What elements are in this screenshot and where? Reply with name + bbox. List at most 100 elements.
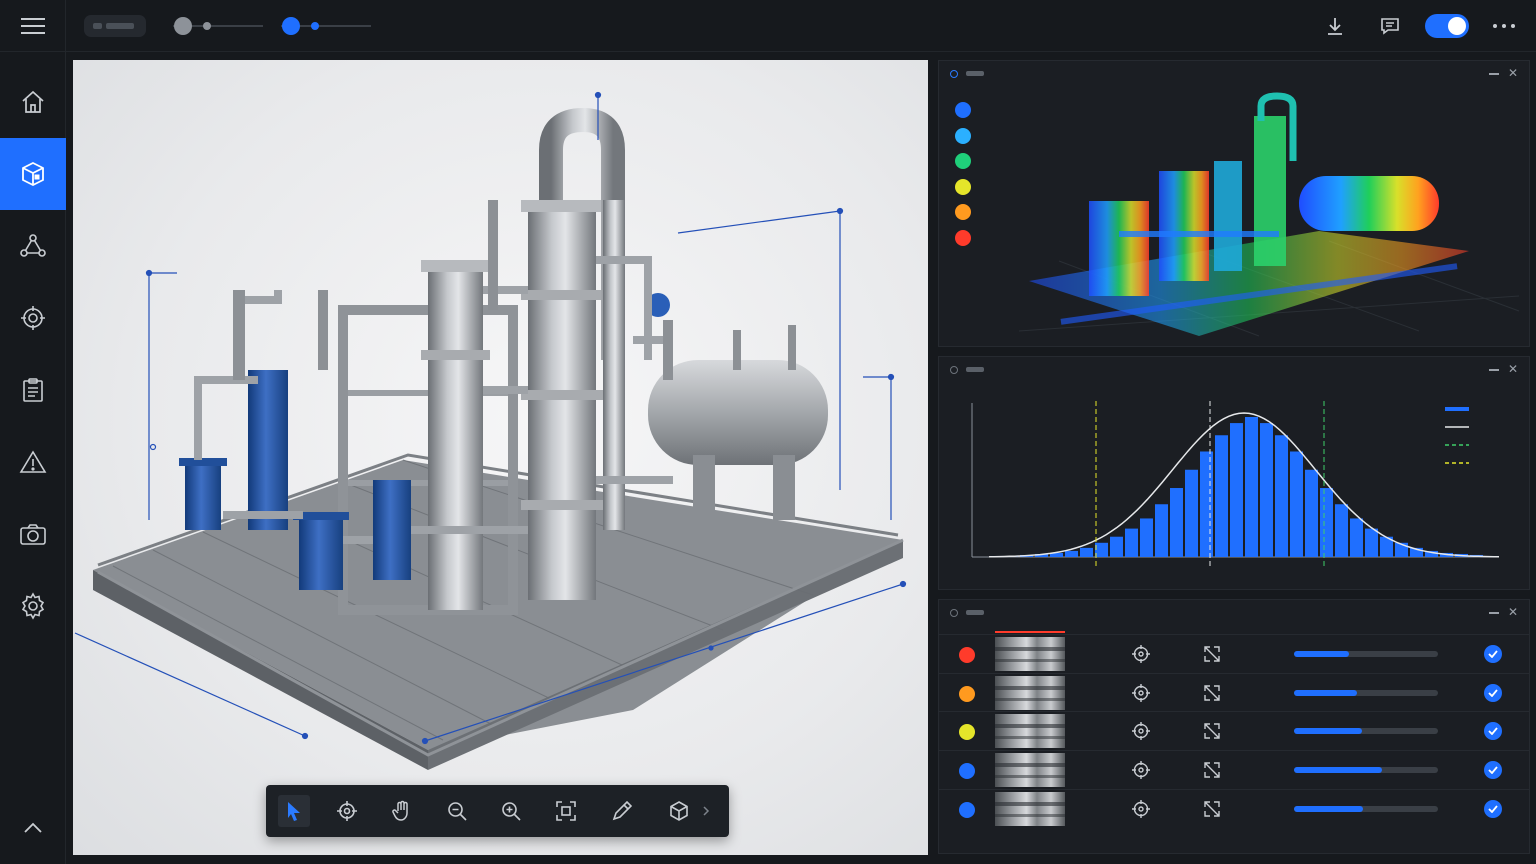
point-cloud-heatmap[interactable] — [999, 81, 1529, 346]
menu-button[interactable] — [0, 0, 66, 52]
pan-tool-button[interactable] — [386, 795, 418, 827]
close-icon[interactable]: ✕ — [1507, 606, 1519, 618]
inspection-row[interactable] — [939, 788, 1529, 827]
pan-hand-icon[interactable] — [391, 800, 413, 822]
close-icon[interactable]: ✕ — [1507, 67, 1519, 79]
sidebar-item-alerts[interactable] — [0, 426, 66, 498]
progress-bar — [1294, 728, 1438, 735]
model-viewport[interactable] — [73, 60, 928, 855]
gray-slider[interactable] — [173, 16, 263, 36]
measure-pencil-icon[interactable] — [611, 800, 633, 822]
zoom-in-icon[interactable] — [500, 800, 522, 822]
inspection-row[interactable] — [939, 672, 1529, 711]
component-thumbnail[interactable] — [995, 637, 1065, 671]
zoom-in-button[interactable] — [495, 795, 527, 827]
crosshair-target-icon[interactable] — [1131, 644, 1151, 664]
sidebar-item-capture[interactable] — [0, 498, 66, 570]
sidebar-item-network[interactable] — [0, 210, 66, 282]
fit-frame-icon[interactable] — [555, 800, 577, 822]
blue-slider-knob[interactable] — [282, 17, 300, 35]
blue-slider[interactable] — [281, 16, 371, 36]
more-options-icon[interactable] — [1492, 23, 1516, 29]
toolbar-more-button[interactable] — [696, 795, 716, 827]
clipboard-icon[interactable] — [21, 377, 45, 403]
warning-icon[interactable] — [19, 449, 47, 475]
download-icon[interactable] — [1324, 15, 1346, 37]
cube-view-button[interactable] — [663, 795, 695, 827]
component-thumbnail[interactable] — [995, 675, 1065, 710]
home-icon[interactable] — [20, 89, 46, 115]
component-thumbnail[interactable] — [995, 753, 1065, 788]
locate-button[interactable] — [1131, 721, 1151, 741]
settings-gear-icon[interactable] — [19, 592, 47, 620]
target-tool-button[interactable] — [331, 795, 363, 827]
crosshair-target-icon[interactable] — [1131, 683, 1151, 703]
more-options-button[interactable] — [1490, 12, 1518, 40]
zoom-out-button[interactable] — [441, 795, 473, 827]
check-icon[interactable] — [1484, 799, 1502, 818]
minimize-icon[interactable] — [1489, 369, 1499, 371]
comment-button[interactable] — [1376, 12, 1404, 40]
expand-arrows-icon[interactable] — [1203, 761, 1221, 779]
zoom-out-icon[interactable] — [446, 800, 468, 822]
network-icon[interactable] — [19, 233, 47, 259]
check-icon[interactable] — [1484, 645, 1502, 663]
download-button[interactable] — [1321, 12, 1349, 40]
sidebar-item-reports[interactable] — [0, 354, 66, 426]
distribution-histogram[interactable] — [939, 383, 1529, 588]
select-tool-button[interactable] — [278, 795, 310, 827]
locate-button[interactable] — [1131, 799, 1151, 819]
isolate-button[interactable] — [1202, 644, 1222, 664]
histogram-bar — [1095, 542, 1108, 557]
expand-arrows-icon[interactable] — [1203, 722, 1221, 740]
sidebar-collapse-button[interactable] — [0, 792, 66, 864]
severity-dot — [959, 801, 975, 818]
sidebar-item-model[interactable] — [0, 138, 66, 210]
crosshair-target-icon[interactable] — [1131, 721, 1151, 741]
crosshair-target-icon[interactable] — [1131, 760, 1151, 780]
locate-button[interactable] — [1131, 644, 1151, 664]
minimize-icon[interactable] — [1489, 73, 1499, 75]
isolate-button[interactable] — [1202, 760, 1222, 780]
check-icon[interactable] — [1484, 722, 1502, 741]
crosshair-target-icon[interactable] — [336, 800, 358, 822]
chevron-right-icon[interactable] — [702, 805, 710, 817]
expand-arrows-icon[interactable] — [1203, 645, 1221, 663]
measure-tool-button[interactable] — [606, 795, 638, 827]
crosshair-target-icon[interactable] — [1131, 799, 1151, 819]
target-icon[interactable] — [20, 305, 46, 331]
workspace-chip[interactable] — [84, 15, 146, 37]
locate-button[interactable] — [1131, 760, 1151, 780]
component-thumbnail[interactable] — [995, 714, 1065, 749]
inspection-row[interactable] — [939, 711, 1529, 749]
fit-view-button[interactable] — [550, 795, 582, 827]
expand-arrows-icon[interactable] — [1203, 684, 1221, 702]
inspection-row[interactable] — [939, 750, 1529, 788]
check-icon[interactable] — [1484, 683, 1502, 702]
plant-model-render[interactable] — [73, 60, 928, 855]
close-icon[interactable]: ✕ — [1507, 363, 1519, 375]
sidebar-item-target[interactable] — [0, 282, 66, 354]
comment-icon[interactable] — [1379, 15, 1401, 37]
isolate-button[interactable] — [1202, 799, 1222, 819]
minimize-icon[interactable] — [1489, 612, 1499, 614]
panel-title-placeholder — [966, 610, 984, 615]
component-thumbnail[interactable] — [995, 791, 1065, 826]
select-pointer-icon[interactable] — [284, 800, 304, 822]
hamburger-menu-icon[interactable] — [20, 17, 45, 35]
chevron-up-icon[interactable] — [23, 822, 43, 834]
inspection-row[interactable] — [939, 634, 1529, 672]
cube-view-icon[interactable] — [668, 800, 690, 822]
check-icon[interactable] — [1484, 761, 1502, 780]
sidebar-item-home[interactable] — [0, 66, 66, 138]
model-cube-icon[interactable] — [19, 160, 47, 188]
sidebar-item-settings[interactable] — [0, 570, 66, 642]
isolate-button[interactable] — [1202, 683, 1222, 703]
progress-bar — [1294, 689, 1438, 696]
isolate-button[interactable] — [1202, 721, 1222, 741]
locate-button[interactable] — [1131, 683, 1151, 703]
gray-slider-knob[interactable] — [174, 17, 192, 35]
view-toggle[interactable] — [1425, 14, 1469, 38]
expand-arrows-icon[interactable] — [1203, 800, 1221, 818]
camera-icon[interactable] — [19, 522, 47, 546]
